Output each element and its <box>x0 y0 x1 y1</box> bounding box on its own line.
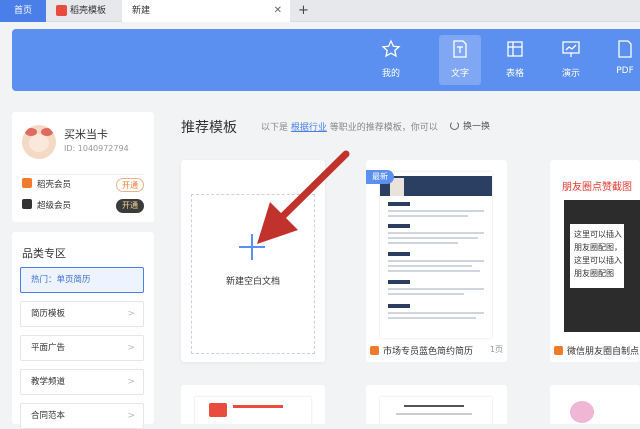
section-description: 以下是 根据行业 等职业的推荐模板，你可以 <box>261 123 438 133</box>
super-member-icon <box>22 199 32 209</box>
category-item-resume[interactable]: 简历模板 > <box>20 301 144 327</box>
member-daoke: 稻壳会员 开通 <box>22 177 144 193</box>
wechat-thumbnail: 这里可以插入朋友圈配图，这里可以插入朋友圈配图 <box>564 200 640 332</box>
member-super: 超级会员 开通 <box>22 198 144 214</box>
presentation-icon <box>562 41 580 57</box>
table-icon <box>507 41 523 57</box>
new-blank-document-card[interactable] <box>181 160 325 362</box>
template-card-wechat[interactable]: 朋友圈点赞截图 这里可以插入朋友圈配图，这里可以插入朋友圈配图 微信朋友圈自制点 <box>550 160 640 362</box>
industry-link[interactable]: 根据行业 <box>291 123 327 133</box>
user-name: 买米当卡 <box>64 128 108 141</box>
pdf-icon <box>618 40 632 58</box>
refresh-icon <box>450 121 459 130</box>
star-icon <box>381 39 401 58</box>
chevron-right-icon: > <box>127 309 135 319</box>
chevron-right-icon: > <box>127 377 135 387</box>
template-card-row2-1[interactable] <box>181 385 325 424</box>
member-label: 超级会员 <box>37 201 72 211</box>
resume-thumbnail <box>380 172 492 338</box>
daoke-icon <box>370 346 379 355</box>
tab-new[interactable]: 新建 ✕ <box>122 0 290 22</box>
new-badge: 最新 <box>366 170 394 184</box>
user-id: ID: 1040972794 <box>64 144 129 153</box>
avatar[interactable] <box>22 125 56 159</box>
nav-text-label: 文字 <box>450 69 469 79</box>
refresh-button[interactable]: 换一换 <box>450 119 490 132</box>
chevron-right-icon: > <box>127 343 135 353</box>
nav-pdf-label: PDF <box>616 66 634 76</box>
daoke-member-icon <box>22 178 32 188</box>
category-item-contract[interactable]: 合同范本 > <box>20 403 144 429</box>
page-count: 1页 <box>489 345 503 354</box>
tab-daoke-label: 稻壳模板 <box>70 6 107 16</box>
nav-presentation-label: 演示 <box>561 69 580 79</box>
tab-daoke-templates[interactable]: 稻壳模板 <box>48 0 120 22</box>
nav-pdf[interactable]: PDF <box>608 35 640 85</box>
category-item-teaching[interactable]: 教学频道 > <box>20 369 144 395</box>
template-caption: 市场专员蓝色简约简历 <box>370 344 473 357</box>
member-label: 稻壳会员 <box>37 180 72 190</box>
add-tab-button[interactable]: + <box>298 0 309 22</box>
template-caption: 微信朋友圈自制点 <box>554 344 639 357</box>
nav-text[interactable]: 文字 <box>439 35 481 85</box>
tab-bar: 首页 稻壳模板 新建 ✕ + <box>0 0 640 22</box>
tab-home[interactable]: 首页 <box>0 0 46 22</box>
tab-new-label: 新建 <box>132 6 151 16</box>
template-card-row2-2[interactable] <box>366 385 507 424</box>
nav-presentation[interactable]: 演示 <box>550 35 592 85</box>
category-panel: 品类专区 热门：单页简历 简历模板 > 平面广告 > 教学频道 > 合同范本 > <box>12 232 154 429</box>
section-title: 推荐模板 <box>181 120 237 136</box>
wechat-thumbnail-text: 这里可以插入朋友圈配图，这里可以插入朋友圈配图 <box>574 230 622 278</box>
daoke-icon <box>554 346 563 355</box>
category-item-poster[interactable]: 平面广告 > <box>20 335 144 361</box>
nav-mine[interactable]: 我的 <box>370 35 412 85</box>
document-icon <box>453 40 467 58</box>
top-banner <box>12 29 640 91</box>
template-card-row2-3[interactable] <box>550 385 640 424</box>
new-blank-document-label: 新建空白文档 <box>225 277 280 287</box>
category-title: 品类专区 <box>22 247 66 260</box>
wechat-thumbnail-title: 朋友圈点赞截图 <box>562 182 632 193</box>
nav-mine-label: 我的 <box>381 69 400 79</box>
nav-table-label: 表格 <box>505 69 524 79</box>
close-icon[interactable]: ✕ <box>274 0 282 22</box>
open-daoke-member-button[interactable]: 开通 <box>116 178 144 192</box>
daoke-logo-icon <box>56 5 67 16</box>
chevron-right-icon: > <box>127 411 135 421</box>
category-item-hot-resume[interactable]: 热门：单页简历 <box>20 267 144 293</box>
template-card-resume[interactable]: 最新 市场专员蓝色简约简历 1页 <box>366 160 507 362</box>
nav-table[interactable]: 表格 <box>494 35 536 85</box>
divider <box>22 174 144 175</box>
open-super-member-button[interactable]: 开通 <box>116 199 144 213</box>
